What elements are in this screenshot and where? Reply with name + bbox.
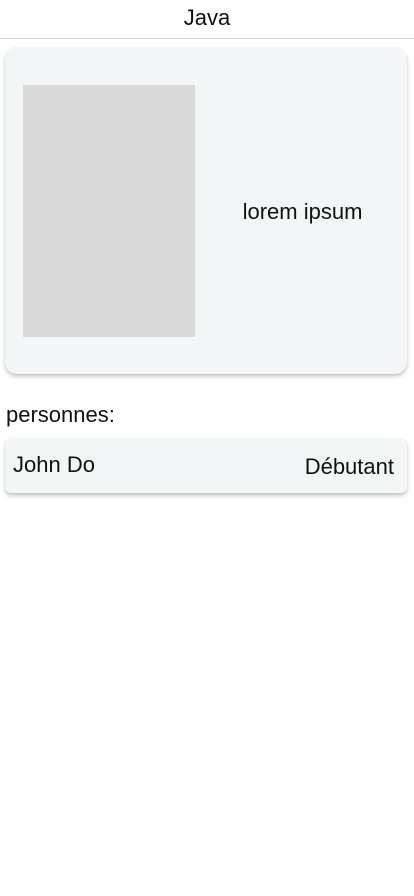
page-title: Java bbox=[183, 5, 231, 30]
person-level: Débutant bbox=[304, 453, 394, 479]
top-header: Java bbox=[0, 0, 414, 39]
course-image-placeholder bbox=[23, 85, 195, 337]
person-list-item[interactable]: John Do Débutant bbox=[5, 438, 407, 493]
course-description: lorem ipsum bbox=[242, 199, 363, 224]
people-section-label: personnes: bbox=[6, 402, 115, 427]
course-card: lorem ipsum bbox=[5, 47, 407, 374]
app-screen: Java lorem ipsum personnes: John Do Débu… bbox=[0, 0, 414, 896]
person-name: John Do bbox=[13, 451, 95, 477]
